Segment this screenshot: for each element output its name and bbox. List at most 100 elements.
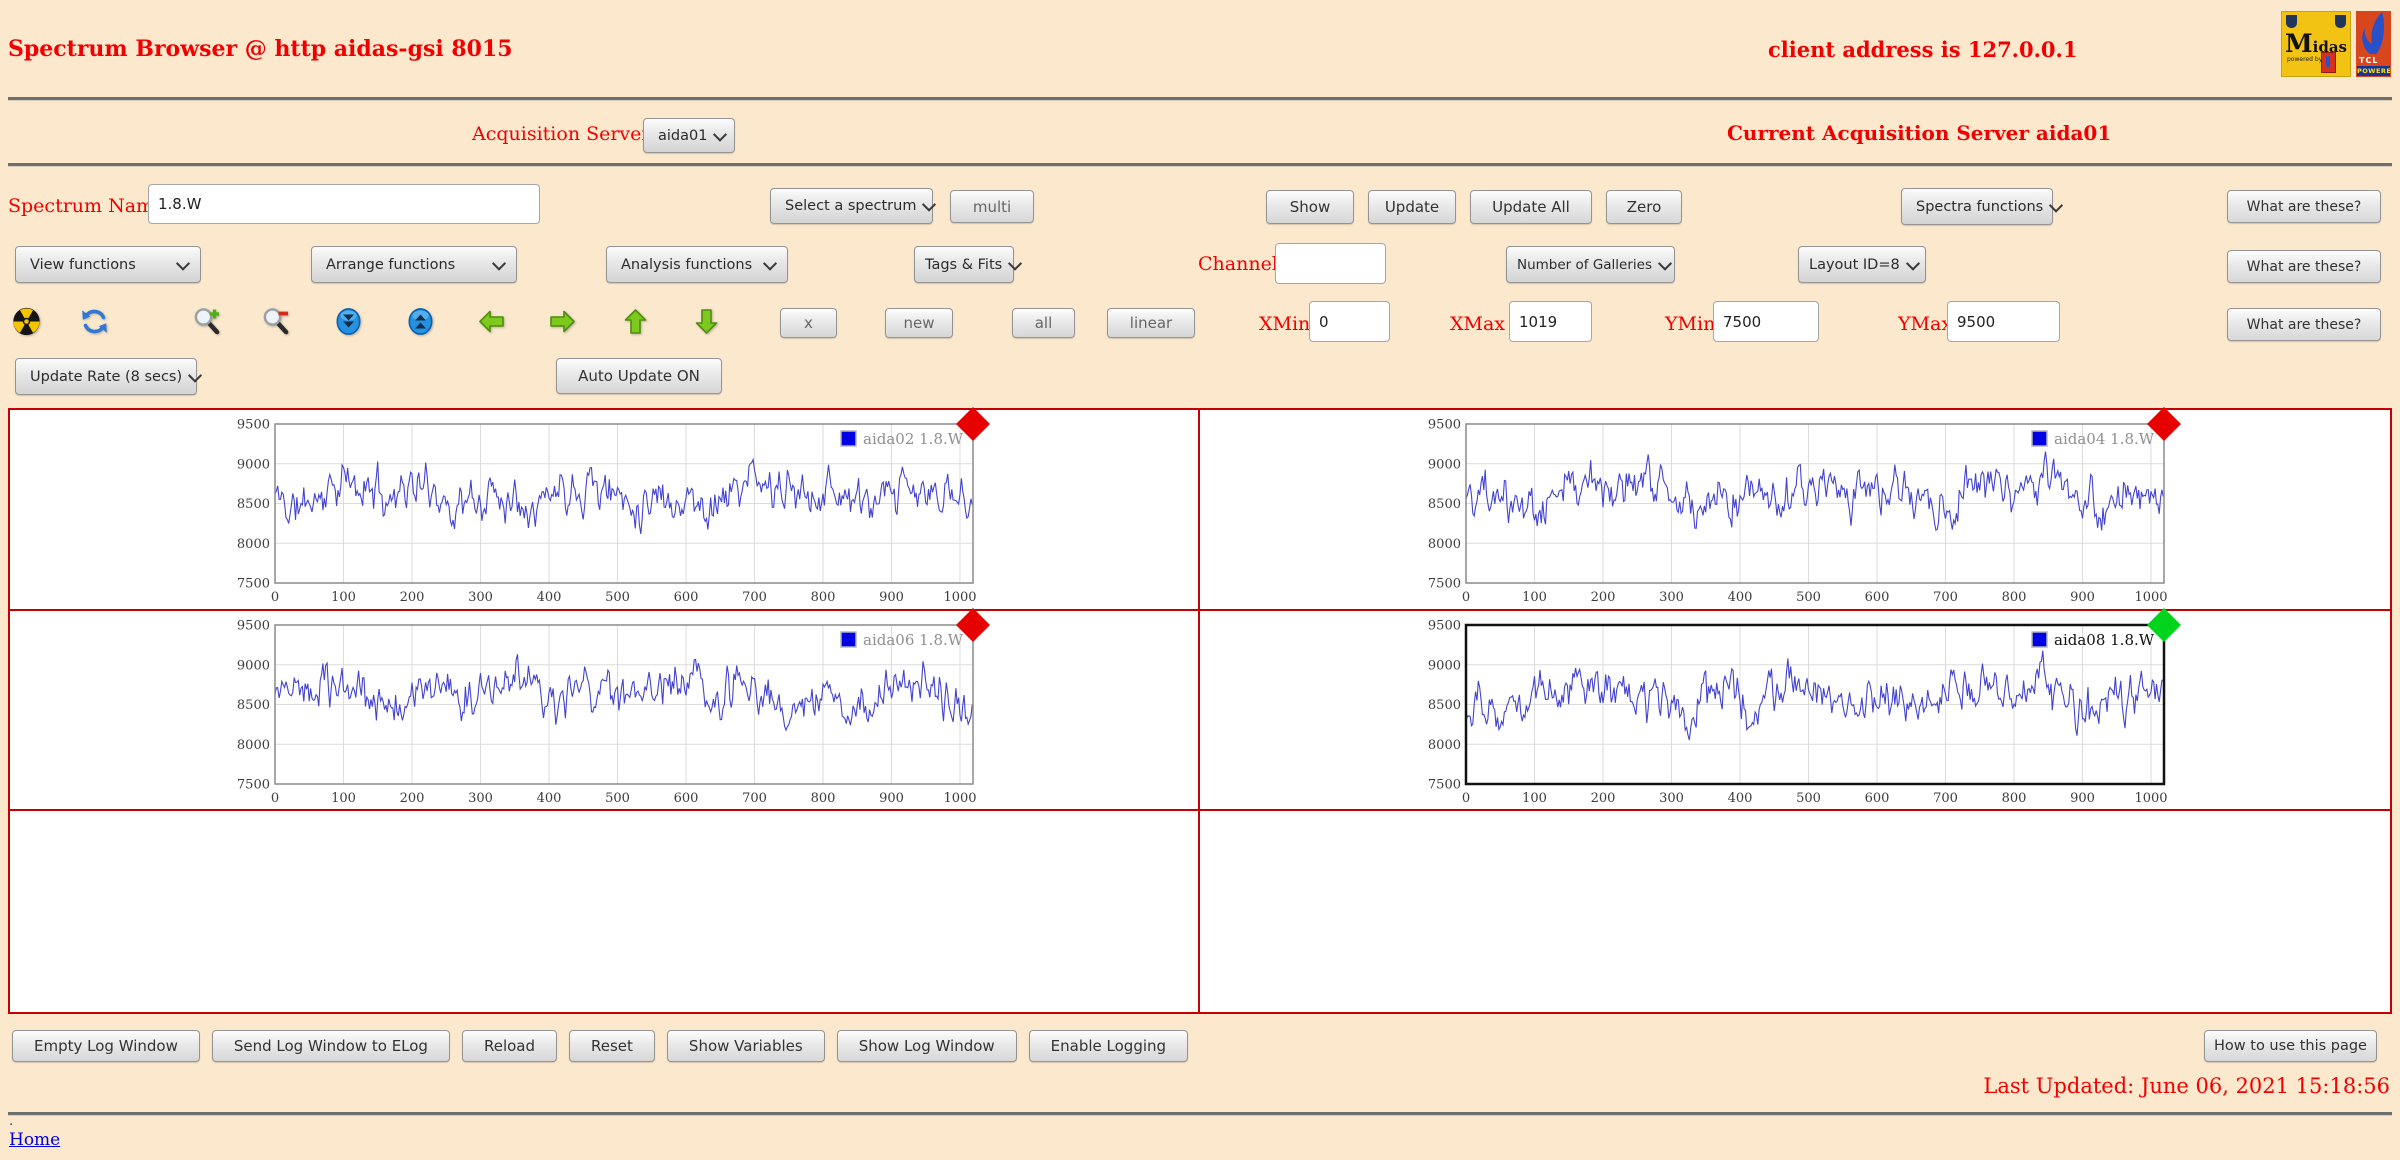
svg-text:aida04 1.8.W: aida04 1.8.W: [2054, 430, 2155, 448]
auto-update-button[interactable]: Auto Update ON: [556, 358, 722, 394]
multi-button[interactable]: multi: [950, 190, 1034, 223]
arrow-left-icon[interactable]: [477, 307, 506, 336]
select-a-spectrum-value: Select a spectrum: [785, 198, 916, 214]
channel-input[interactable]: [1275, 243, 1386, 284]
gallery-grid: 0100200300400500600700800900100075008000…: [8, 408, 2392, 1014]
scroll-down-icon[interactable]: [334, 307, 363, 336]
svg-text:100: 100: [331, 590, 356, 605]
svg-text:9500: 9500: [237, 418, 270, 433]
spectrum-name-input[interactable]: [148, 184, 540, 224]
spectrum-chart-aida02[interactable]: 0100200300400500600700800900100075008000…: [229, 411, 979, 607]
midas-powered-by-text: powered by: [2287, 56, 2322, 63]
svg-text:8500: 8500: [1428, 698, 1461, 713]
svg-text:aida02 1.8.W: aida02 1.8.W: [863, 430, 964, 448]
stray-dot-text: .: [9, 1114, 13, 1129]
svg-text:9500: 9500: [237, 618, 270, 633]
svg-text:800: 800: [811, 791, 836, 806]
update-all-button[interactable]: Update All: [1470, 190, 1592, 224]
update-button[interactable]: Update: [1368, 190, 1456, 224]
radiation-icon[interactable]: [12, 307, 41, 336]
empty-log-window-button[interactable]: Empty Log Window: [12, 1030, 200, 1062]
arrange-functions-select[interactable]: Arrange functions: [311, 246, 517, 283]
svg-text:aida08 1.8.W: aida08 1.8.W: [2054, 631, 2155, 649]
send-log-to-elog-button[interactable]: Send Log Window to ELog: [212, 1030, 450, 1062]
refresh-icon[interactable]: [80, 307, 109, 336]
xmax-input[interactable]: [1509, 301, 1592, 342]
reload-button[interactable]: Reload: [462, 1030, 557, 1062]
gallery-cell-empty-2[interactable]: [1200, 811, 2390, 1012]
home-link[interactable]: Home: [9, 1130, 60, 1150]
spectrum-chart-aida08[interactable]: 0100200300400500600700800900100075008000…: [1420, 612, 2170, 808]
all-button[interactable]: all: [1012, 308, 1075, 338]
svg-text:9500: 9500: [1428, 418, 1461, 433]
what-are-these-button-1[interactable]: What are these?: [2227, 190, 2381, 223]
svg-text:1000: 1000: [943, 791, 976, 806]
tags-fits-select[interactable]: Tags & Fits: [914, 246, 1014, 283]
zoom-out-icon[interactable]: [262, 307, 291, 336]
chevron-down-icon: [922, 198, 936, 212]
arrow-right-icon[interactable]: [548, 307, 577, 336]
svg-text:8000: 8000: [1428, 537, 1461, 552]
divider: [8, 163, 2392, 167]
view-functions-select[interactable]: View functions: [15, 246, 201, 283]
svg-text:900: 900: [2070, 791, 2095, 806]
select-a-spectrum-select[interactable]: Select a spectrum: [770, 188, 933, 224]
show-log-window-button[interactable]: Show Log Window: [837, 1030, 1017, 1062]
show-button[interactable]: Show: [1266, 190, 1354, 224]
svg-text:800: 800: [2002, 590, 2027, 605]
layout-id-select[interactable]: Layout ID=8: [1798, 246, 1926, 283]
spectrum-chart-aida06[interactable]: 0100200300400500600700800900100075008000…: [229, 612, 979, 808]
how-to-use-button[interactable]: How to use this page: [2204, 1030, 2377, 1062]
chevron-down-icon: [1008, 256, 1022, 270]
update-rate-select[interactable]: Update Rate (8 secs): [15, 358, 197, 395]
svg-text:0: 0: [271, 791, 279, 806]
number-of-galleries-select[interactable]: Number of Galleries: [1506, 246, 1675, 283]
what-are-these-button-2[interactable]: What are these?: [2227, 250, 2381, 283]
svg-text:500: 500: [605, 791, 630, 806]
ymax-input[interactable]: [1947, 301, 2060, 342]
gallery-cell-aida04[interactable]: 0100200300400500600700800900100075008000…: [1200, 410, 2390, 611]
svg-text:1000: 1000: [2134, 791, 2167, 806]
xmax-label: XMax: [1450, 313, 1505, 335]
spectrum-chart-aida04[interactable]: 0100200300400500600700800900100075008000…: [1420, 411, 2170, 607]
shield-icon: [2286, 15, 2297, 28]
analysis-functions-select[interactable]: Analysis functions: [606, 246, 788, 283]
svg-text:700: 700: [1933, 791, 1958, 806]
svg-text:9000: 9000: [1428, 658, 1461, 673]
gallery-cell-aida02[interactable]: 0100200300400500600700800900100075008000…: [10, 410, 1200, 611]
zero-button[interactable]: Zero: [1606, 190, 1682, 224]
x-button[interactable]: x: [780, 308, 837, 338]
xmin-input[interactable]: [1309, 301, 1390, 342]
log-toolbar: Empty Log Window Send Log Window to ELog…: [12, 1030, 1188, 1062]
xmin-label: XMin: [1259, 313, 1310, 335]
client-address: client address is 127.0.0.1: [1768, 37, 2077, 62]
svg-text:800: 800: [2002, 791, 2027, 806]
svg-text:600: 600: [1865, 791, 1890, 806]
arrow-down-icon[interactable]: [692, 307, 721, 336]
svg-text:7500: 7500: [1428, 577, 1461, 592]
scroll-up-icon[interactable]: [406, 307, 435, 336]
svg-text:300: 300: [1659, 791, 1684, 806]
acquisition-server-select[interactable]: aida01: [643, 118, 735, 153]
enable-logging-button[interactable]: Enable Logging: [1029, 1030, 1188, 1062]
arrow-up-icon[interactable]: [621, 307, 650, 336]
svg-text:100: 100: [1522, 791, 1547, 806]
svg-text:900: 900: [879, 590, 904, 605]
gallery-cell-empty-1[interactable]: [10, 811, 1200, 1012]
linear-button[interactable]: linear: [1107, 308, 1195, 338]
gallery-cell-aida06[interactable]: 0100200300400500600700800900100075008000…: [10, 611, 1200, 812]
reset-button[interactable]: Reset: [569, 1030, 655, 1062]
ymin-input[interactable]: [1713, 301, 1819, 342]
new-button[interactable]: new: [885, 308, 953, 338]
acquisition-server-value: aida01: [658, 128, 707, 144]
spectra-functions-select[interactable]: Spectra functions: [1901, 188, 2053, 225]
chevron-down-icon: [188, 368, 202, 382]
svg-text:7500: 7500: [237, 777, 270, 792]
show-variables-button[interactable]: Show Variables: [667, 1030, 825, 1062]
svg-text:900: 900: [879, 791, 904, 806]
what-are-these-button-3[interactable]: What are these?: [2227, 308, 2381, 341]
gallery-cell-aida08[interactable]: 0100200300400500600700800900100075008000…: [1200, 611, 2390, 812]
zoom-in-icon[interactable]: [193, 307, 222, 336]
arrange-functions-value: Arrange functions: [326, 257, 486, 273]
svg-text:200: 200: [1591, 590, 1616, 605]
